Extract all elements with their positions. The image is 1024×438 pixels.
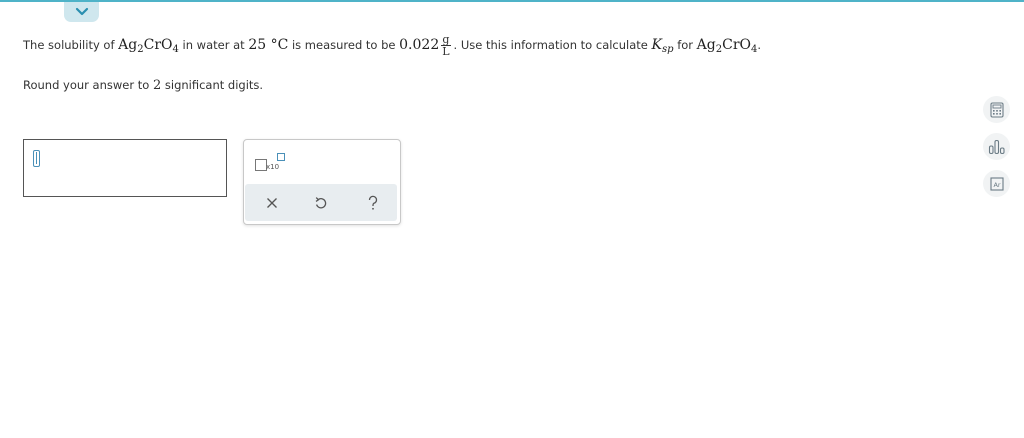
calculator-button[interactable] <box>983 96 1010 123</box>
compound-formula: Ag2CrO4 <box>118 37 179 55</box>
answer-input[interactable] <box>23 139 227 197</box>
math-toolbox: x10 <box>243 139 401 225</box>
top-accent-line <box>0 0 1024 2</box>
question-icon <box>368 195 378 210</box>
unit-fraction: gL <box>441 33 451 58</box>
question-text: The solubility of Ag2CrO4 in water at 25… <box>23 33 762 58</box>
exponent-box <box>277 153 285 161</box>
bar-chart-icon <box>988 139 1005 154</box>
chevron-down-icon <box>75 7 88 16</box>
solubility-value: 0.022 <box>399 37 440 53</box>
tool-action-bar <box>245 184 397 221</box>
scientific-notation-button[interactable]: x10 <box>255 153 289 173</box>
periodic-table-button[interactable]: Ar <box>983 170 1010 197</box>
periodic-table-icon: Ar <box>989 176 1004 191</box>
compound-formula-2: Ag2CrO4 <box>696 37 758 55</box>
element-symbol: Ar <box>993 181 1000 189</box>
temperature: 25 °C <box>248 37 289 53</box>
calculator-icon <box>989 101 1004 118</box>
close-icon <box>267 197 277 208</box>
help-button[interactable] <box>353 184 393 221</box>
cursor-placeholder <box>33 150 40 167</box>
collapse-toggle-button[interactable] <box>64 2 99 22</box>
rounding-instruction: Round your answer to 2 significant digit… <box>23 78 264 93</box>
clear-button[interactable] <box>252 184 292 221</box>
undo-icon <box>315 196 327 208</box>
x10-label: x10 <box>266 163 280 171</box>
data-chart-button[interactable] <box>983 133 1010 160</box>
ksp-symbol: Ksp <box>651 37 674 55</box>
undo-button[interactable] <box>301 184 341 221</box>
